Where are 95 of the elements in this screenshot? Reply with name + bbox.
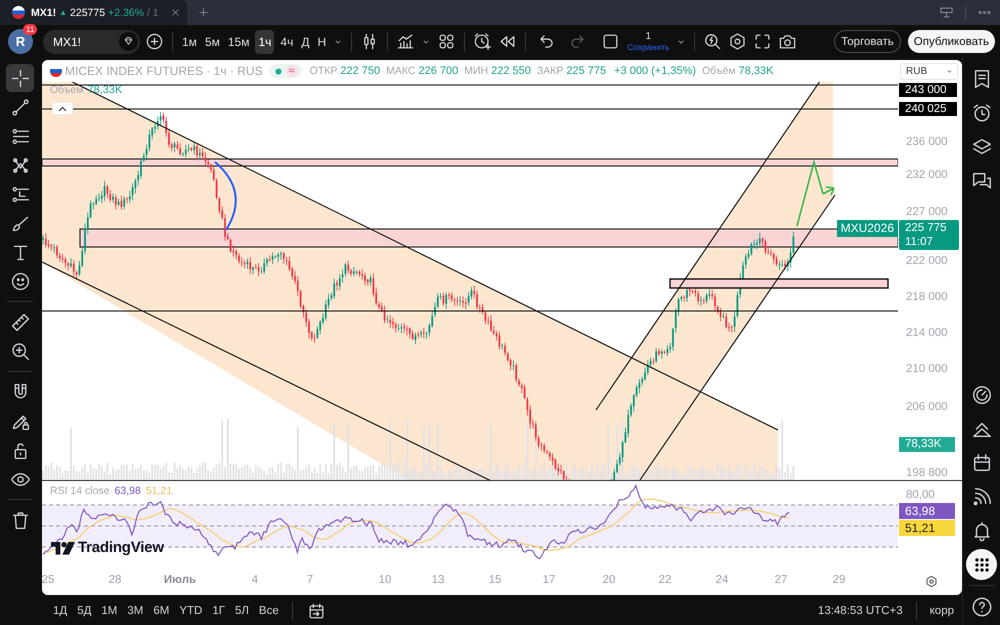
interval-tab[interactable]: 5м [202,30,222,54]
price-change: +3 000 (+1,35%) [614,65,696,77]
price-tick: 227 000 [906,205,948,220]
adjustment-button[interactable]: корр [930,605,954,617]
status-dot-icon [274,68,282,74]
price-tick: 198 800 [906,466,948,480]
time-label: 25 [42,574,54,586]
quick-search-icon[interactable] [703,32,722,51]
volume-value: 78,33K [738,65,774,77]
settings-icon[interactable] [925,574,938,588]
time-label: 17 [542,574,556,586]
time-label: 7 [306,574,314,586]
price-tick: 236 000 [906,135,948,149]
range-button[interactable]: 1М [101,605,118,617]
price-tick: 210 000 [906,362,948,376]
symbol-search-field[interactable]: MX1! [43,30,140,54]
publish-button[interactable]: Опубликовать [908,30,995,53]
notification-badge: 11 [23,24,38,35]
last-price: 225 775 [905,221,948,236]
alarm-clock-icon[interactable] [970,102,992,124]
rsi-ma-label: 51,21 [899,520,955,536]
time-label: 24 [716,574,728,586]
help-icon[interactable] [970,596,992,618]
range-button[interactable]: 3М [127,605,144,617]
volume-label: Объём [702,65,736,77]
price-tick: 214 000 [906,326,948,340]
range-button[interactable]: Все [258,605,279,617]
interval-tab[interactable]: Н [316,30,328,54]
time-label: 20 [602,574,616,586]
range-button[interactable]: 5Л [234,605,249,617]
currency-dropdown[interactable]: RUB [900,62,958,80]
tab-change: +2.36% [108,6,144,18]
stat-value: 225 775 [566,65,606,77]
line-price-label: 243 000 [899,83,957,97]
stat-value: 222 550 [491,65,531,77]
layout-count: 1 [646,32,652,42]
status-symbol: ≈ [286,65,298,77]
time-label: 28 [108,574,122,586]
tab-symbol: MX1! [31,6,56,18]
interval-tab[interactable]: 1м [180,30,199,54]
rsi-value-label: 63,98 [899,503,955,520]
trade-button[interactable]: Торговать [834,30,901,53]
time-label: 29 [832,574,846,586]
time-label: 15 [488,574,502,586]
clock-text: 13:48:53 UTC+3 [818,605,903,617]
flag-icon [12,6,25,19]
range-button[interactable]: 6М [153,605,170,617]
interval-tab[interactable]: 15м [226,30,252,54]
settings-icon[interactable] [728,32,748,51]
stat-label: МАКС [386,65,416,77]
tab-suffix: / 1 [146,6,159,18]
broadcast-icon[interactable] [970,486,992,508]
tab-price: 225775 [70,6,106,18]
stat-value: 226 700 [418,65,458,77]
volume-axis-label: 78,33K [899,437,955,452]
time-label: 4 [252,574,258,586]
time-label: 10 [378,574,392,586]
square-icon[interactable] [601,32,620,51]
time-label: Июль [164,574,196,586]
gauge-icon[interactable] [970,384,992,406]
stat-label: ЗАКР [536,65,564,77]
rsi-tick: 80,00 [906,488,935,502]
display-icon[interactable] [939,5,954,20]
tab-arrow: ▲ [59,8,68,17]
interval-tab[interactable]: 1ч [255,30,274,54]
alarm-plus-icon[interactable] [473,32,492,51]
indicators-icon[interactable] [396,32,416,51]
time-label: 22 [658,574,672,586]
interval-tab[interactable]: 4ч [278,30,296,54]
interval-tab[interactable]: Д [299,30,312,54]
save-label: Сохранить [627,42,670,52]
close-icon[interactable] [170,7,181,18]
line-price-label: 240 025 [899,102,957,116]
time-label: 27 [774,574,788,586]
grid-icon[interactable] [437,32,456,51]
stat-label: МИН [464,65,488,77]
range-button[interactable]: 1Д [53,605,68,617]
range-button[interactable]: YTD [179,605,202,617]
save-button[interactable]: 1 Сохранить [625,32,672,52]
price-tick: 232 000 [906,168,948,182]
stat-value: 222 750 [340,65,380,77]
countdown-timer: 11:07 [905,235,934,250]
stat-label: ОТКР [310,65,338,77]
browser-tab[interactable]: MX1! ▲ 225775 +2.36% / 1 [0,0,187,25]
range-button[interactable]: 1Г [212,605,225,617]
plus-circle-icon[interactable] [145,32,164,51]
new-tab-icon[interactable] [196,6,210,19]
time-label: 13 [432,574,444,586]
price-tick: 222 000 [906,254,948,268]
price-tick: 218 000 [906,290,948,304]
sidebar-button[interactable] [966,549,997,580]
range-button[interactable]: 5Д [77,605,92,617]
price-tick: 206 000 [906,400,948,414]
fullscreen-icon[interactable] [753,32,772,51]
symbol-title: MICEX INDEX FUTURES · 1ч · RUS [65,64,263,78]
